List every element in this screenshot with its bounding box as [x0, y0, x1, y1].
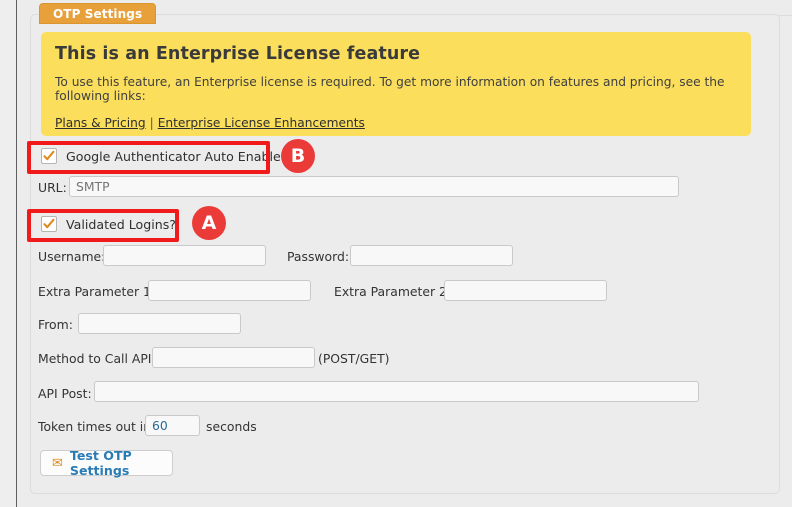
extra-parameter-2-input[interactable]	[444, 280, 607, 301]
url-label: URL:	[38, 180, 67, 195]
google-authenticator-label: Google Authenticator Auto Enable	[66, 148, 281, 164]
extra-parameter-2-label: Extra Parameter 2:	[334, 284, 452, 299]
notice-links: Plans & Pricing | Enterprise License Enhan…	[55, 116, 737, 130]
validated-logins-label: Validated Logins?	[66, 216, 176, 232]
token-timeout-label-before: Token times out in	[38, 419, 152, 434]
test-otp-settings-label: Test OTP Settings	[69, 448, 132, 478]
otp-settings-screen: OTP Settings This is an Enterprise Licen…	[0, 0, 792, 507]
test-otp-settings-button[interactable]: ✉ Test OTP Settings	[40, 448, 173, 478]
api-post-label: API Post:	[38, 386, 92, 401]
api-post-input[interactable]	[94, 381, 699, 402]
method-to-call-api-input[interactable]	[152, 347, 315, 368]
google-authenticator-auto-enable-row[interactable]: Google Authenticator Auto Enable	[41, 148, 281, 164]
validated-logins-checkbox[interactable]	[41, 216, 57, 232]
method-to-call-api-hint: (POST/GET)	[318, 351, 390, 366]
link-separator: |	[149, 116, 154, 130]
token-timeout-input[interactable]	[145, 415, 200, 436]
password-input[interactable]	[350, 245, 513, 266]
extra-parameter-1-label: Extra Parameter 1:	[38, 284, 156, 299]
username-input[interactable]	[103, 245, 266, 266]
notice-heading: This is an Enterprise License feature	[55, 44, 421, 64]
left-gutter	[0, 0, 16, 507]
from-input[interactable]	[78, 313, 241, 334]
checkmark-icon	[43, 150, 55, 161]
method-to-call-api-label: Method to Call API:	[38, 351, 156, 366]
password-label: Password:	[287, 249, 350, 264]
notice-body: To use this feature, an Enterprise licen…	[55, 75, 725, 103]
url-input[interactable]	[69, 176, 679, 197]
left-rail-divider	[16, 0, 17, 507]
google-authenticator-checkbox[interactable]	[41, 148, 57, 164]
annotation-badge-b: B	[281, 139, 315, 173]
extra-parameter-1-input[interactable]	[148, 280, 311, 301]
username-label: Username:	[38, 249, 106, 264]
plans-and-pricing-link[interactable]: Plans & Pricing	[55, 116, 146, 130]
checkmark-icon	[43, 218, 55, 229]
annotation-badge-a: A	[192, 206, 226, 240]
from-label: From:	[38, 317, 73, 332]
token-timeout-label-after: seconds	[206, 419, 257, 434]
validated-logins-row[interactable]: Validated Logins?	[41, 216, 176, 232]
enterprise-license-enhancements-link[interactable]: Enterprise License Enhancements	[158, 116, 365, 130]
enterprise-license-notice: This is an Enterprise License feature To…	[41, 32, 751, 136]
tab-otp-settings[interactable]: OTP Settings	[39, 3, 157, 24]
envelope-icon: ✉	[52, 455, 63, 471]
